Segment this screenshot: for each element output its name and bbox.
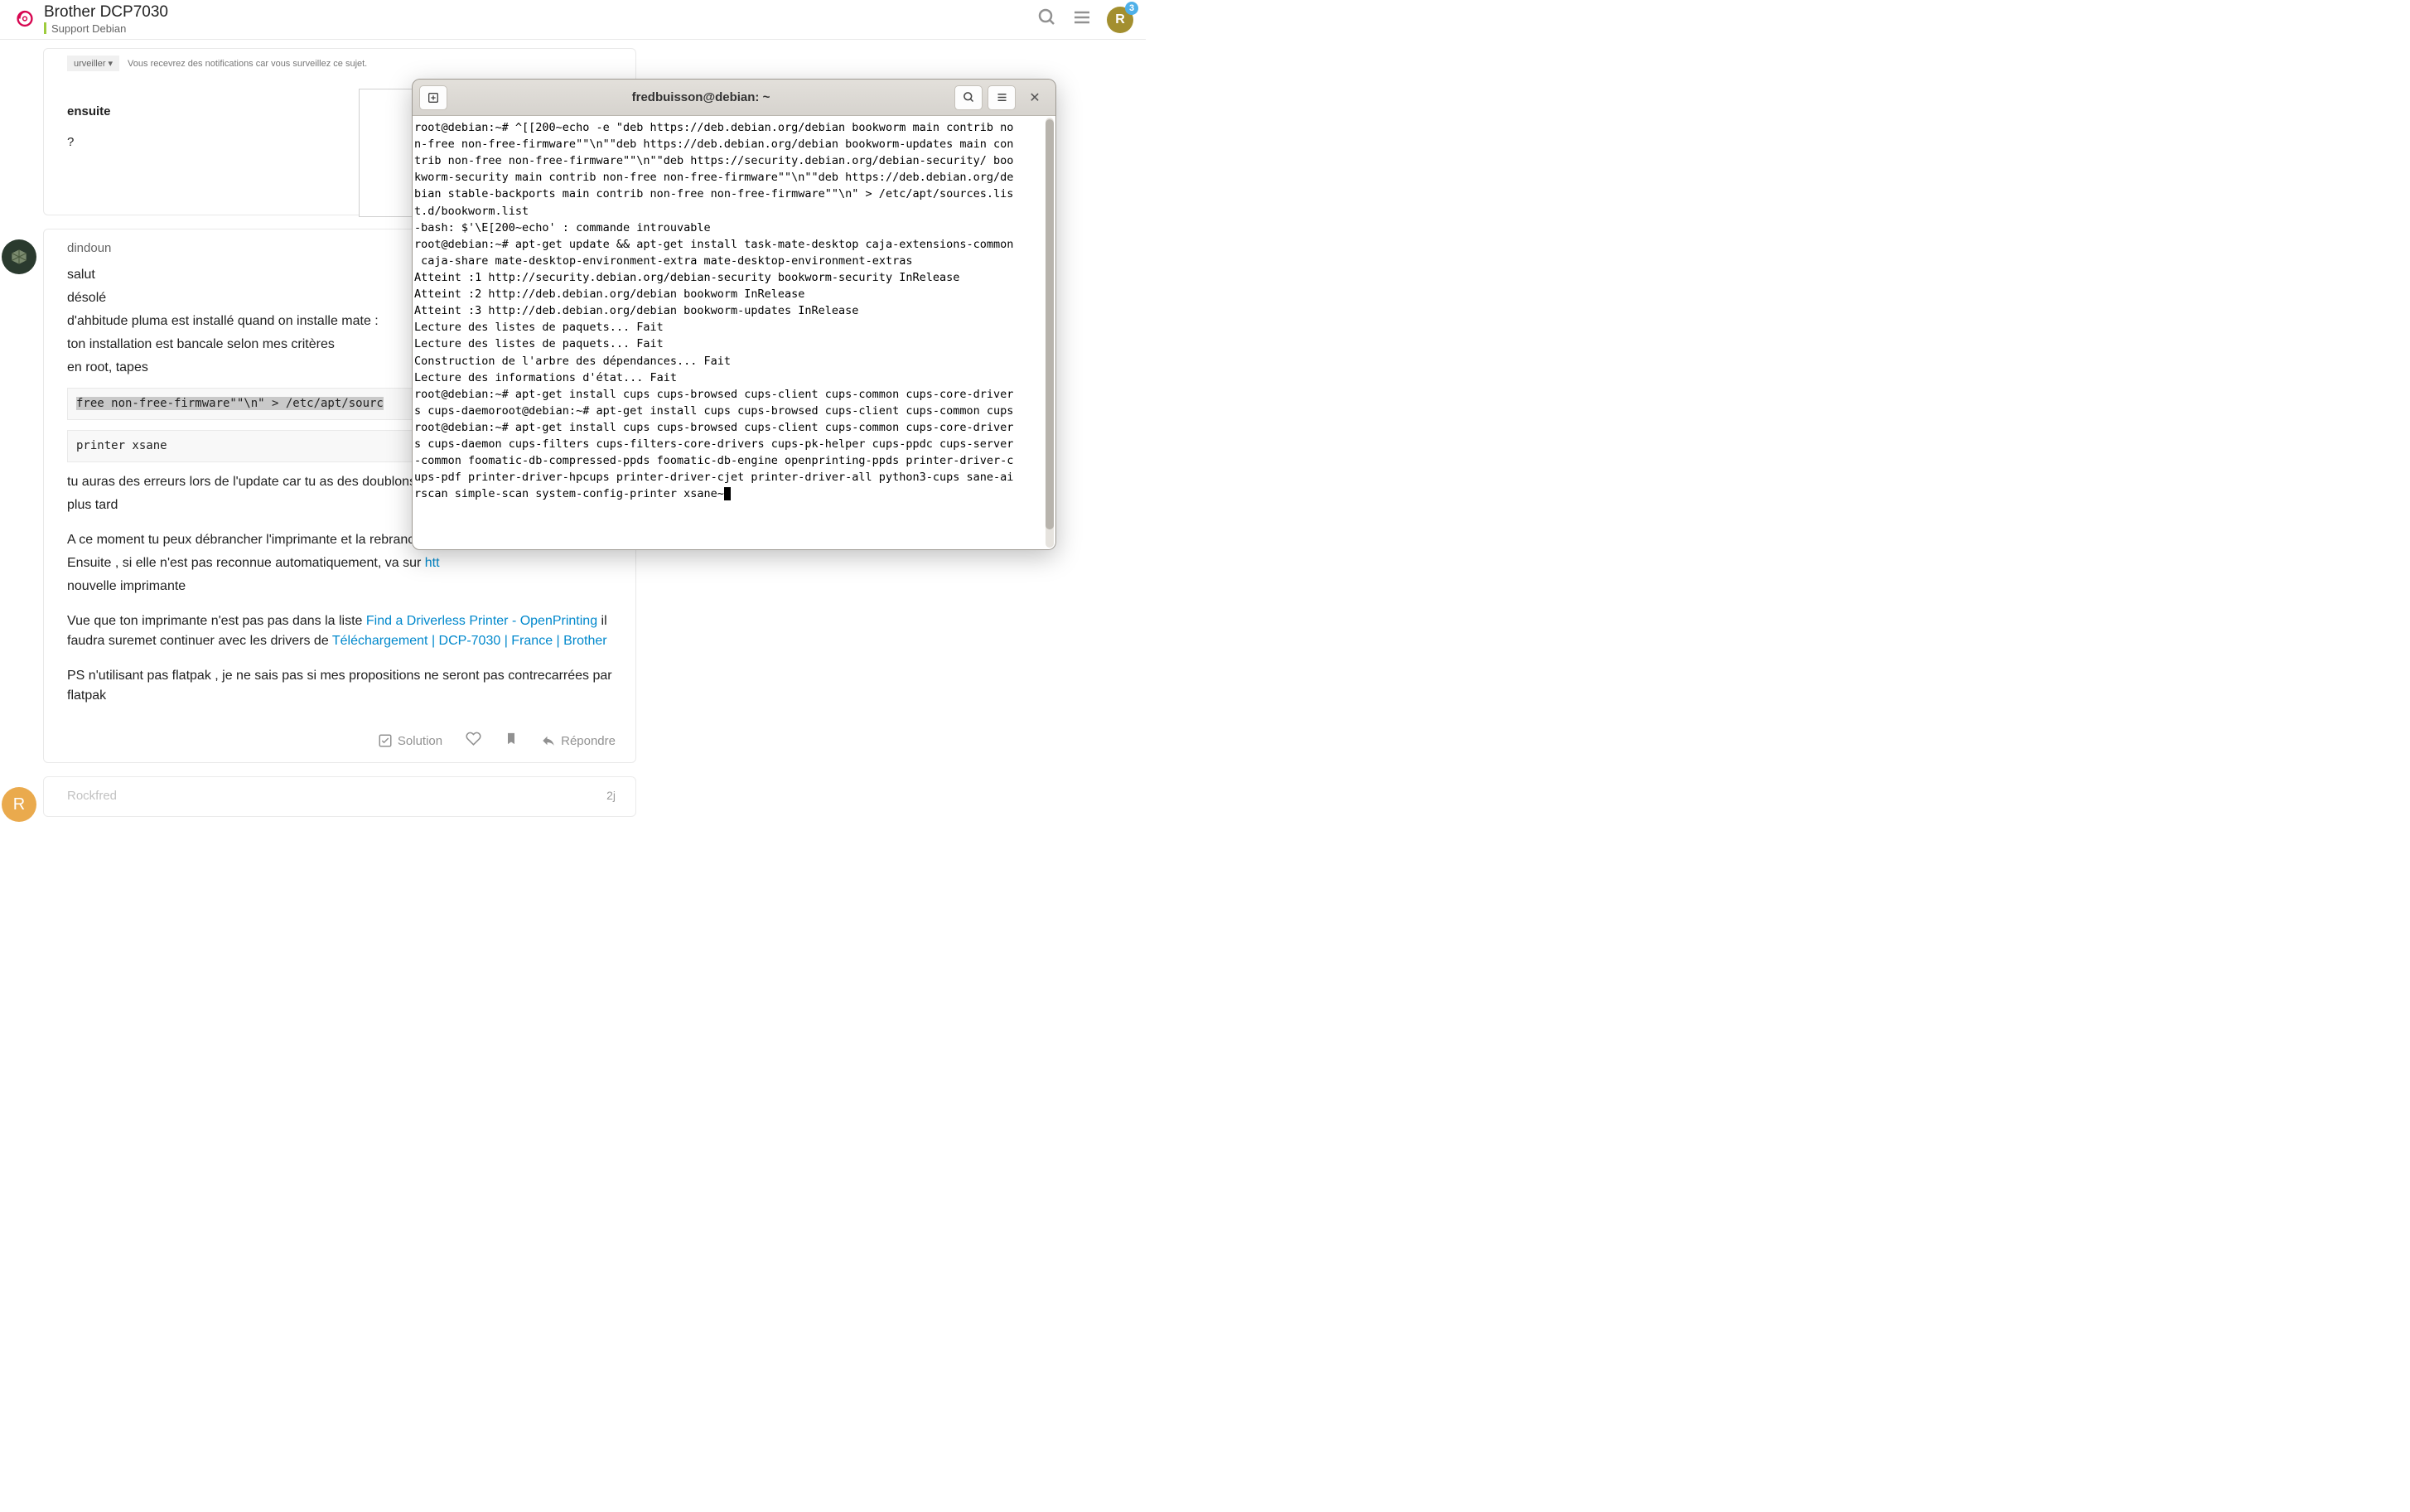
hamburger-icon[interactable] <box>1072 7 1092 31</box>
debian-logo[interactable] <box>12 7 37 32</box>
bookmark-icon[interactable] <box>505 731 518 751</box>
page-title[interactable]: Brother DCP7030 <box>44 4 168 22</box>
author-name[interactable]: Rockfred <box>67 789 117 803</box>
category-marker <box>44 22 46 34</box>
reply-button[interactable]: Répondre <box>541 733 616 748</box>
terminal-body[interactable]: root@debian:~# ^[[200~echo -e "deb https… <box>413 116 1055 549</box>
terminal-cursor <box>724 487 731 500</box>
terminal-window: fredbuisson@debian: ~ ✕ root@debian:~# ^… <box>412 79 1056 550</box>
post-card: R Rockfred 2j <box>43 776 636 817</box>
terminal-scroll-thumb[interactable] <box>1046 119 1054 529</box>
watch-note: Vous recevrez des notifications car vous… <box>128 59 367 69</box>
heart-icon[interactable] <box>466 731 481 751</box>
new-tab-button[interactable] <box>419 85 447 110</box>
search-icon[interactable] <box>1037 7 1057 31</box>
author-avatar[interactable]: R <box>2 787 36 822</box>
brother-link[interactable]: Téléchargement | DCP-7030 | France | Bro… <box>332 634 607 648</box>
solution-button[interactable]: Solution <box>378 733 442 748</box>
user-avatar[interactable]: R 3 <box>1107 7 1133 33</box>
terminal-titlebar[interactable]: fredbuisson@debian: ~ ✕ <box>413 80 1055 116</box>
author-avatar[interactable] <box>2 239 36 274</box>
title-block: Brother DCP7030 Support Debian <box>44 4 168 35</box>
header-right: R 3 <box>1037 7 1133 33</box>
category-label: Support Debian <box>51 22 126 35</box>
category-row[interactable]: Support Debian <box>44 22 168 35</box>
notification-badge: 3 <box>1125 2 1138 15</box>
terminal-close-button[interactable]: ✕ <box>1021 85 1049 110</box>
cups-link[interactable]: htt <box>425 556 440 570</box>
openprinting-link[interactable]: Find a Driverless Printer - OpenPrinting <box>366 614 597 628</box>
post-actions: Solution Répondre <box>67 731 616 751</box>
terminal-search-button[interactable] <box>954 85 983 110</box>
post-time: 2j <box>606 789 616 813</box>
page-header: Brother DCP7030 Support Debian R 3 <box>0 0 1146 40</box>
terminal-title: fredbuisson@debian: ~ <box>452 90 949 104</box>
watch-button[interactable]: urveiller ▾ <box>67 56 119 71</box>
chevron-down-icon: ▾ <box>109 58 113 69</box>
terminal-menu-button[interactable] <box>988 85 1016 110</box>
